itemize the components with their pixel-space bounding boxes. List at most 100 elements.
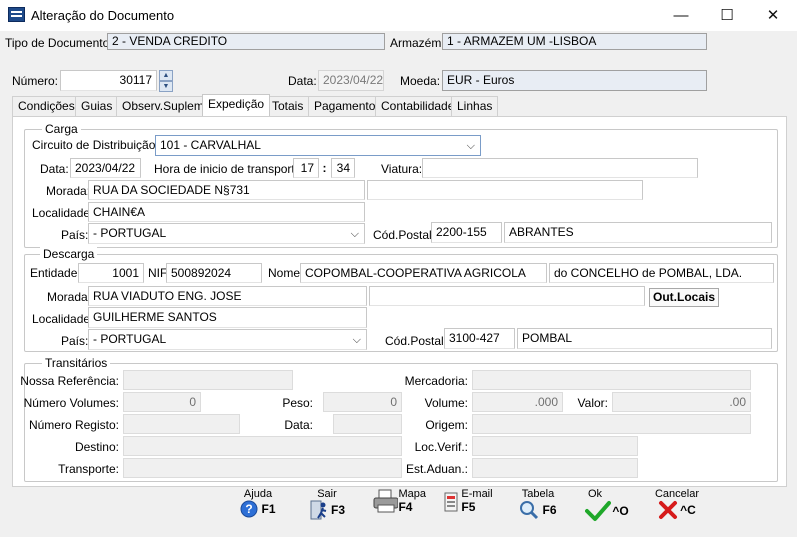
minimize-button[interactable]: —	[658, 0, 704, 31]
carga-morada2-input[interactable]	[367, 180, 643, 200]
nossa-referencia-input	[123, 370, 293, 390]
chevron-down-icon[interactable]: ⌵	[467, 139, 475, 154]
mapa-key: F4	[398, 500, 413, 514]
descarga-morada-label: Morada:	[47, 290, 92, 304]
circuito-dropdown[interactable]: 101 - CARVALHAL ⌵	[155, 135, 481, 156]
carga-title: Carga	[42, 122, 81, 136]
tab-guias[interactable]: Guias	[75, 96, 119, 116]
descarga-localidade-input[interactable]: GUILHERME SANTOS	[88, 307, 367, 328]
descarga-pais-label: País:	[61, 334, 89, 348]
tipo-documento-label: Tipo de Documento:	[5, 36, 113, 50]
checkmark-icon	[585, 501, 612, 521]
spin-up-icon[interactable]: ▲	[159, 70, 173, 81]
ajuda-caption: Ajuda	[243, 488, 273, 500]
spin-down-icon[interactable]: ▼	[159, 81, 173, 92]
moeda-label: Moeda:	[400, 74, 441, 88]
carga-data-input[interactable]: 2023/04/22	[70, 158, 141, 178]
carga-cidade-input[interactable]: ABRANTES	[504, 222, 772, 243]
mercadoria-label: Mercadoria:	[404, 374, 468, 388]
nossa-referencia-label: Nossa Referência:	[20, 374, 119, 388]
tab-expedicao[interactable]: Expedição	[202, 94, 271, 116]
out-locais-button[interactable]: Out.Locais	[649, 288, 720, 307]
carga-pais-label: País:	[61, 228, 89, 242]
email-caption: E-mail	[461, 488, 493, 500]
loc-verif-input	[472, 436, 638, 456]
descarga-cidade-input[interactable]: POMBAL	[517, 328, 772, 349]
ajuda-key: F1	[261, 502, 276, 516]
cancelar-key: ^C	[680, 503, 696, 517]
chevron-down-icon[interactable]: ⌵	[353, 333, 361, 348]
chevron-down-icon[interactable]: ⌵	[351, 227, 359, 242]
carga-data-label: Data:	[40, 162, 69, 176]
est-aduan-input	[472, 458, 638, 478]
descarga-morada-input[interactable]: RUA VIADUTO ENG. JOSE	[88, 286, 367, 306]
circuito-label: Circuito de Distribuição:	[32, 138, 159, 152]
tab-contabilidade[interactable]: Contabilidade	[375, 96, 461, 116]
data-label: Data:	[288, 74, 317, 88]
armazem-field: 1 - ARMAZEM UM -LISBOA	[442, 33, 707, 50]
destino-input	[123, 436, 402, 456]
valor-label: Valor:	[577, 396, 608, 410]
sair-key: F3	[330, 503, 345, 517]
transitarios-title: Transitários	[42, 356, 111, 370]
transporte-label: Transporte:	[58, 462, 119, 476]
tab-totais[interactable]: Totais	[266, 96, 310, 116]
carga-morada-label: Morada:	[46, 184, 91, 198]
nif-input[interactable]: 500892024	[166, 263, 262, 283]
tab-observ-suplem[interactable]: Observ.Suplem.	[116, 96, 214, 116]
volume-label: Volume:	[424, 396, 468, 410]
app-icon	[8, 7, 25, 22]
close-button[interactable]: ✕	[750, 0, 796, 31]
carga-cod-postal-input[interactable]: 2200-155	[431, 222, 502, 243]
descarga-morada2-input[interactable]	[369, 286, 645, 306]
cancelar-button[interactable]: Cancelar ^C	[652, 488, 702, 532]
maximize-button[interactable]: ☐	[704, 0, 750, 31]
origem-label: Origem:	[425, 418, 468, 432]
mapa-button[interactable]: Mapa F4	[372, 488, 426, 532]
magnifier-icon	[520, 501, 539, 520]
tipo-documento-field: 2 - VENDA CREDITO	[107, 33, 385, 50]
numero-registo-label: Número Registo:	[28, 418, 119, 432]
carga-localidade-input[interactable]: CHAIN€A	[88, 202, 365, 222]
nome2-input[interactable]: do CONCELHO de POMBAL, LDA.	[549, 263, 774, 283]
tab-linhas[interactable]: Linhas	[451, 96, 499, 116]
svg-text:?: ?	[246, 502, 253, 516]
descarga-title: Descarga	[40, 247, 98, 261]
ajuda-button[interactable]: Ajuda ? F1	[234, 488, 282, 532]
hora-hours-input[interactable]: 17	[293, 158, 319, 178]
transitarios-data-label: Data:	[284, 418, 313, 432]
carga-pais-dropdown[interactable]: - PORTUGAL ⌵	[88, 223, 365, 244]
ok-button[interactable]: Ok ^O	[582, 488, 632, 532]
nome-input[interactable]: COPOMBAL-COOPERATIVA AGRICOLA	[300, 263, 547, 283]
destino-label: Destino:	[74, 440, 119, 454]
circuito-value: 101 - CARVALHAL	[160, 138, 261, 152]
viatura-input[interactable]	[422, 158, 698, 178]
ok-key: ^O	[612, 504, 629, 518]
email-button[interactable]: E-mail F5	[442, 488, 494, 532]
descarga-pais-dropdown[interactable]: - PORTUGAL ⌵	[88, 329, 367, 350]
numero-spinner[interactable]: ▲ ▼	[159, 70, 173, 92]
tab-pagamento[interactable]: Pagamento	[308, 96, 382, 116]
entidade-label: Entidade:	[30, 266, 81, 280]
descarga-cod-postal-input[interactable]: 3100-427	[444, 328, 515, 349]
numero-volumes-label: Número Volumes:	[23, 396, 119, 410]
data-field: 2023/04/22	[318, 70, 384, 91]
tabela-key: F6	[542, 503, 557, 517]
nome-label: Nome:	[268, 266, 304, 280]
carga-morada-input[interactable]: RUA DA SOCIEDADE N§731	[88, 180, 365, 200]
numero-volumes-input: 0	[123, 392, 201, 412]
carga-pais-value: - PORTUGAL	[93, 226, 167, 240]
tabela-button[interactable]: Tabela F6	[513, 488, 563, 532]
entidade-input[interactable]: 1001	[78, 263, 144, 283]
tab-condicoes[interactable]: Condições	[12, 96, 81, 116]
peso-label: Peso:	[282, 396, 313, 410]
hora-separator: :	[322, 161, 327, 175]
sair-caption: Sair	[317, 488, 337, 500]
numero-input[interactable]: 30117	[60, 70, 157, 91]
armazem-label: Armazém:	[390, 36, 445, 50]
help-icon: ?	[240, 500, 258, 518]
sair-button[interactable]: Sair F3	[303, 488, 351, 532]
nif-label: NIF	[148, 266, 168, 280]
hora-minutes-input[interactable]: 34	[331, 158, 355, 178]
carga-cod-postal-label: Cód.Postal:	[373, 228, 436, 242]
